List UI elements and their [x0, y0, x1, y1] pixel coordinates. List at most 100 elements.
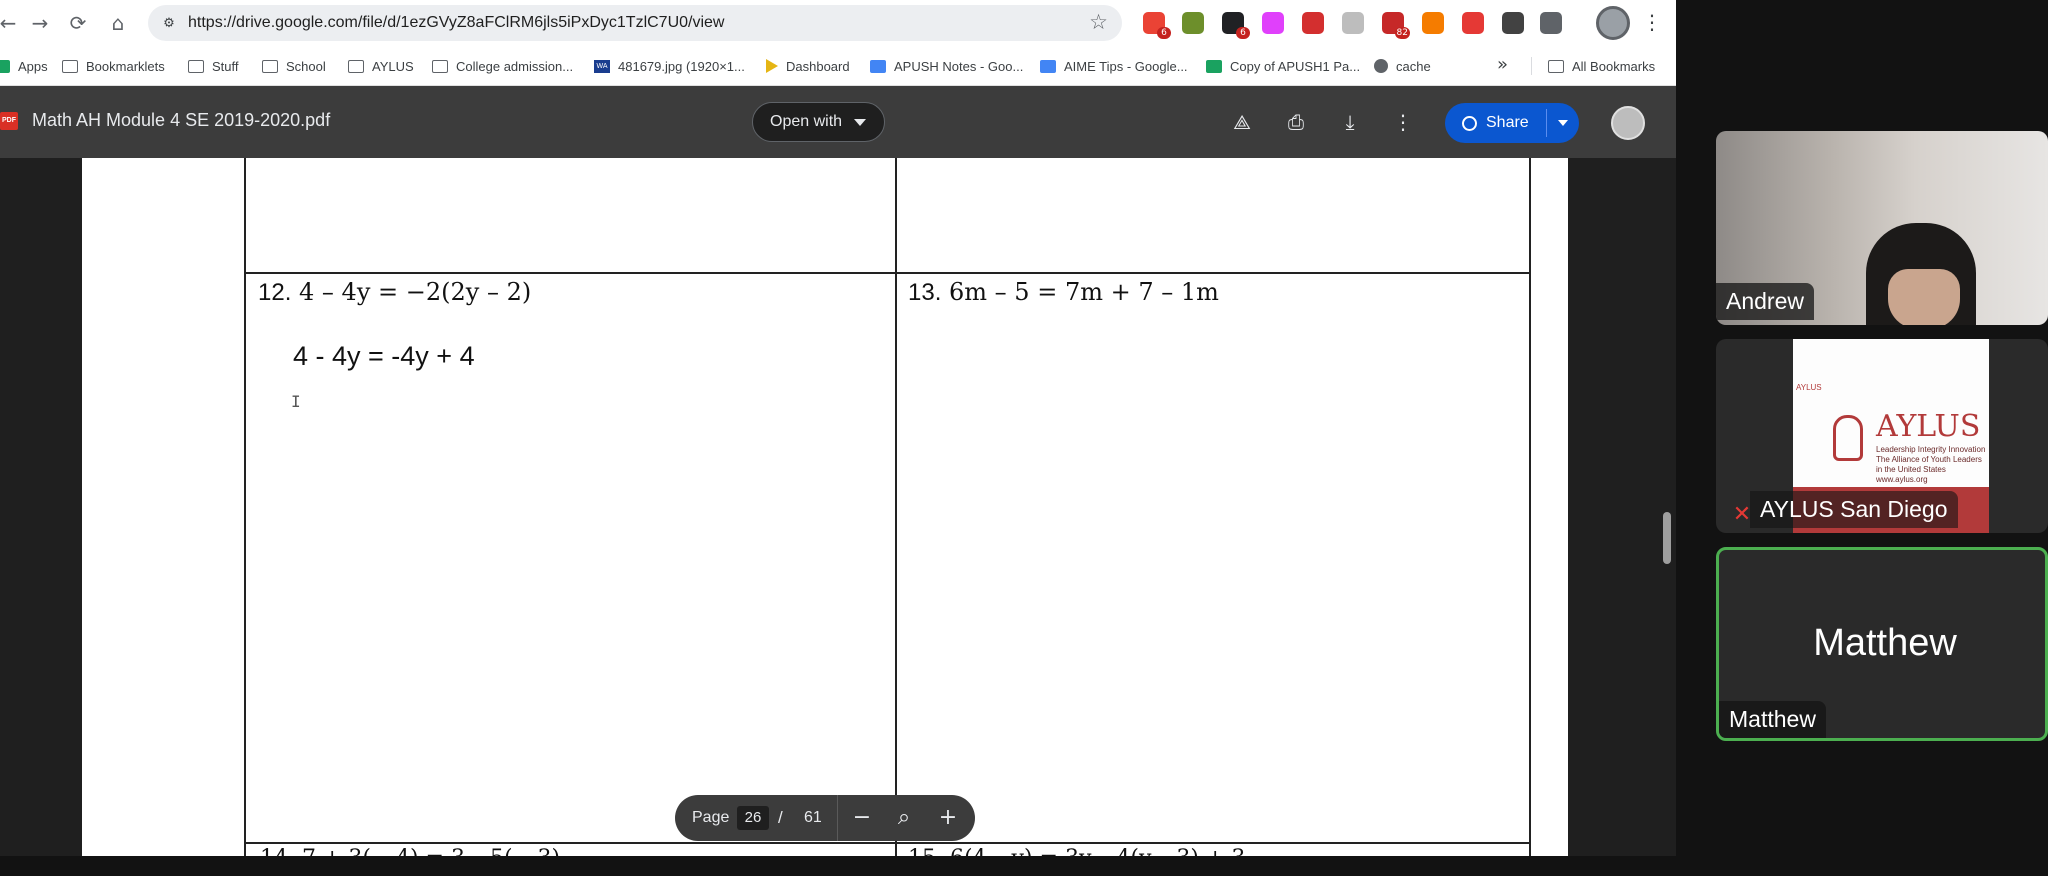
pdf-viewer: PDF Math AH Module 4 SE 2019-2020.pdf Op…	[0, 86, 1676, 856]
home-button[interactable]: ⌂	[104, 9, 132, 37]
reload-icon: ⟳	[69, 11, 87, 35]
share-divider	[1546, 109, 1547, 137]
bookmark-item[interactable]: Bookmarklets	[62, 56, 165, 76]
bookmark-label: Copy of APUSH1 Pa...	[1230, 58, 1361, 74]
viewer-account-avatar[interactable]	[1611, 106, 1645, 140]
grid-line-middle	[895, 158, 897, 856]
bookmark-item[interactable]: Dashboard	[766, 56, 850, 76]
grid-line-right	[1529, 158, 1531, 856]
profile-avatar[interactable]	[1596, 6, 1630, 40]
participant-name-matthew: Matthew	[1719, 701, 1826, 738]
page-total: 61	[804, 809, 822, 826]
pdf-page: 12. 4 – 4y = −2(2y – 2) 4 - 4y = -4y + 4…	[82, 158, 1568, 856]
bookmark-label: 481679.jpg (1920×1...	[618, 58, 745, 74]
ext-9-icon[interactable]	[1462, 12, 1484, 34]
all-bookmarks-label: All Bookmarks	[1572, 58, 1656, 74]
forward-button[interactable]: →	[26, 9, 54, 37]
download-icon[interactable]: ⤓	[1336, 108, 1364, 136]
bookmarks-bar: Apps Bookmarklets Stuff School AYLUS College …	[0, 46, 1676, 86]
forward-icon: →	[31, 11, 49, 35]
participant-tile-matthew[interactable]: Matthew Matthew	[1716, 547, 2048, 741]
problem-12: 12. 4 – 4y = −2(2y – 2)	[258, 278, 531, 307]
ext-10-icon[interactable]	[1502, 12, 1524, 34]
ext-5-icon[interactable]	[1302, 12, 1324, 34]
participant-tile-aylus[interactable]: AYLUS AYLUS Leadership Integrity Innovat…	[1716, 339, 2048, 533]
problem-13-equation: 6m – 5 = 7m + 7 – 1m	[949, 278, 1219, 306]
ext-4-icon[interactable]	[1262, 12, 1284, 34]
share-button[interactable]: Share	[1445, 103, 1579, 143]
page-navigation: Page 26 / 61 − ⌕ +	[675, 795, 975, 841]
zoom-in-button[interactable]: +	[934, 804, 962, 832]
ext-6-icon[interactable]	[1342, 12, 1364, 34]
extension-badge: 82	[1394, 27, 1410, 39]
site-info-icon[interactable]: ⚙	[158, 12, 180, 34]
problem-14-cut: 14. 7 + 3( – 4) = 3 – 5( – 3)	[260, 846, 560, 856]
andrew-face	[1888, 269, 1960, 325]
participant-name-aylus: AYLUS San Diego	[1750, 491, 1958, 528]
folder-icon	[1548, 59, 1564, 73]
problem-12-number: 12.	[258, 279, 292, 306]
globe-icon	[1374, 59, 1388, 73]
bookmark-item[interactable]: APUSH Notes - Goo...	[870, 56, 1023, 76]
extensions-puzzle-icon[interactable]	[1540, 12, 1562, 34]
grid-line-row-2	[244, 842, 1531, 844]
bookmark-item[interactable]: Copy of APUSH1 Pa...	[1206, 56, 1360, 76]
all-bookmarks[interactable]: All Bookmarks	[1548, 56, 1655, 76]
bookmark-item[interactable]: WA 481679.jpg (1920×1...	[594, 56, 745, 76]
address-bar[interactable]: ⚙ https://drive.google.com/file/d/1ezGVy…	[148, 5, 1122, 41]
ext-2-icon[interactable]	[1182, 12, 1204, 34]
viewer-header: PDF Math AH Module 4 SE 2019-2020.pdf Op…	[0, 86, 1676, 158]
ext-3-icon[interactable]: 6	[1222, 12, 1250, 39]
participant-tile-andrew[interactable]: Andrew	[1716, 131, 2048, 325]
share-main[interactable]: Share	[1445, 103, 1545, 143]
problem-15-cut: 15. 6(4 – v) = 3v – 4(v – 3) + 3	[908, 846, 1245, 856]
caret-down-icon	[854, 118, 867, 126]
bookmark-item[interactable]: Stuff	[188, 56, 239, 76]
print-icon[interactable]: ⎙	[1282, 108, 1310, 136]
bookmark-item[interactable]: Apps	[0, 56, 48, 76]
page-slash: /	[778, 808, 783, 827]
doc-icon	[1040, 59, 1056, 73]
lightbulb-logo-icon	[1833, 415, 1863, 461]
aylus-small-text: AYLUS	[1796, 383, 1822, 392]
url-text[interactable]: https://drive.google.com/file/d/1ezGVyZ8…	[188, 14, 724, 32]
globe-icon	[1462, 115, 1477, 131]
bookmark-item[interactable]: AIME Tips - Google...	[1040, 56, 1188, 76]
scrollbar-thumb[interactable]	[1663, 512, 1671, 564]
open-with-button[interactable]: Open with	[752, 102, 885, 142]
participant-center-name-matthew: Matthew	[1813, 622, 1957, 664]
bookmark-label: School	[286, 58, 326, 74]
play-icon	[766, 59, 778, 73]
page-number-input[interactable]: 26	[737, 806, 769, 830]
browser-menu-icon[interactable]: ⋮	[1640, 10, 1664, 36]
bookmark-item[interactable]: cache	[1374, 56, 1431, 76]
browser-window: ← → ⟳ ⌂ ⚙ https://drive.google.com/file/…	[0, 0, 1676, 856]
bookmark-label: Apps	[18, 58, 48, 74]
aylus-title: AYLUS	[1876, 409, 1981, 444]
bookmark-item[interactable]: College admission...	[432, 56, 573, 76]
bookmarks-overflow-icon[interactable]: »	[1497, 54, 1508, 75]
sheet-icon	[1206, 59, 1222, 73]
reload-button[interactable]: ⟳	[64, 9, 92, 37]
problem-12-equation: 4 – 4y = −2(2y – 2)	[299, 278, 532, 306]
bookmark-item[interactable]: School	[262, 56, 326, 76]
back-button[interactable]: ←	[0, 9, 22, 37]
gmail-ext-icon[interactable]: 6	[1143, 12, 1171, 39]
ext-7-icon[interactable]: 82	[1382, 12, 1410, 39]
zoom-out-button[interactable]: −	[848, 804, 876, 832]
bookmark-label: Bookmarklets	[86, 58, 165, 74]
grid-line-row-1	[244, 272, 1531, 274]
browser-toolbar: ← → ⟳ ⌂ ⚙ https://drive.google.com/file/…	[0, 0, 1676, 46]
share-label: Share	[1486, 114, 1529, 131]
bookmark-star-icon[interactable]: ☆	[1089, 10, 1108, 34]
bookmark-label: Dashboard	[786, 58, 850, 74]
problem-12-work: 4 - 4y = -4y + 4	[293, 341, 475, 371]
back-icon: ←	[0, 11, 17, 35]
ext-8-icon[interactable]	[1422, 12, 1444, 34]
bookmark-item[interactable]: AYLUS	[348, 56, 414, 76]
more-options-icon[interactable]: ⋮	[1389, 108, 1417, 136]
add-to-drive-icon[interactable]: ⟁	[1228, 108, 1256, 136]
share-dropdown-icon[interactable]	[1558, 120, 1568, 126]
problem-13-number: 13.	[908, 279, 942, 306]
zoom-icon[interactable]: ⌕	[890, 804, 918, 832]
